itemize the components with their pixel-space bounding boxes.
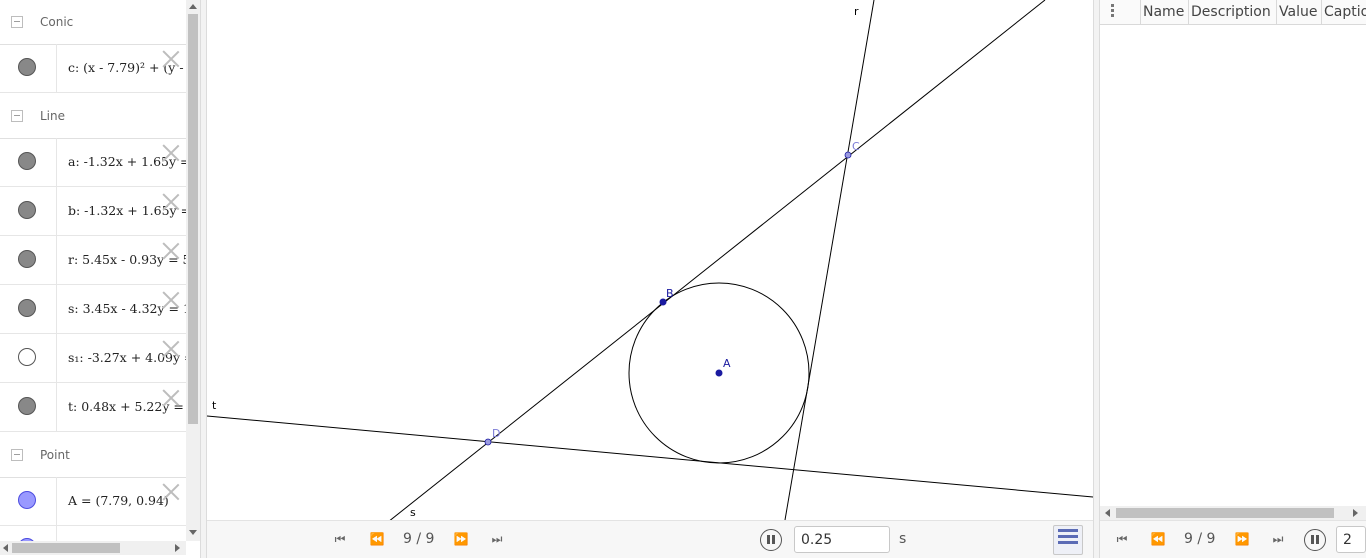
algebra-style-icon[interactable]	[1053, 525, 1083, 555]
scroll-down-icon[interactable]	[189, 530, 197, 535]
scroll-left-icon[interactable]	[3, 544, 8, 552]
algebra-vertical-scrollbar[interactable]	[186, 0, 200, 541]
algebra-item-r[interactable]: r: 5.45x - 0.93y = 5	[0, 236, 186, 285]
construction-protocol: Name Description Value Caption	[1100, 0, 1366, 520]
column-header-description[interactable]: Description	[1188, 0, 1276, 24]
visibility-toggle-icon[interactable]	[18, 201, 36, 219]
delete-icon[interactable]	[162, 483, 180, 501]
label-C: C	[852, 140, 860, 153]
label-t: t	[212, 399, 217, 412]
graphics-navigation-bar: ⏮ ⏪ 9 / 9 ⏩ ⏭ s	[207, 520, 1093, 558]
label-A: A	[723, 357, 731, 370]
previous-step-icon[interactable]: ⏪	[1147, 531, 1169, 547]
pause-icon[interactable]	[760, 529, 782, 551]
first-step-icon[interactable]: ⏮	[329, 531, 351, 547]
pause-icon[interactable]	[1304, 529, 1326, 551]
label-B: B	[666, 287, 674, 300]
point-D[interactable]	[484, 438, 492, 446]
next-step-icon[interactable]: ⏩	[450, 531, 472, 547]
line-r[interactable]	[784, 0, 875, 520]
protocol-horizontal-scrollbar[interactable]	[1100, 506, 1366, 520]
visibility-toggle-icon[interactable]	[18, 58, 36, 76]
line-t[interactable]	[207, 415, 1093, 498]
label-D: D	[492, 427, 500, 440]
collapse-icon[interactable]	[11, 110, 23, 122]
last-step-icon[interactable]: ⏭	[1267, 531, 1289, 547]
visibility-toggle-icon[interactable]	[18, 250, 36, 268]
column-header-name[interactable]: Name	[1140, 0, 1188, 24]
delete-icon[interactable]	[162, 50, 180, 68]
view-splitter[interactable]	[1093, 0, 1100, 558]
visibility-toggle-icon[interactable]	[18, 491, 36, 509]
collapse-icon[interactable]	[11, 449, 23, 461]
algebra-horizontal-scrollbar[interactable]	[0, 541, 186, 555]
delete-icon[interactable]	[162, 144, 180, 162]
delete-icon[interactable]	[162, 389, 180, 407]
view-splitter[interactable]	[200, 0, 207, 558]
group-header-point[interactable]: Point	[0, 433, 186, 478]
first-step-icon[interactable]: ⏮	[1111, 531, 1133, 547]
scrollbar-thumb[interactable]	[188, 14, 198, 424]
last-step-icon[interactable]: ⏭	[486, 531, 508, 547]
graphics-view[interactable]: r t s A B C D	[207, 0, 1093, 520]
algebra-item-A[interactable]: A = (7.79, 0.94)	[0, 477, 186, 526]
collapse-icon[interactable]	[11, 16, 23, 28]
visibility-toggle-icon[interactable]	[18, 299, 36, 317]
group-label: Line	[40, 109, 66, 123]
protocol-header: Name Description Value Caption	[1100, 0, 1366, 25]
algebra-item-b[interactable]: b: -1.32x + 1.65y =	[0, 187, 186, 236]
protocol-navigation-bar: ⏮ ⏪ 9 / 9 ⏩ ⏭	[1100, 520, 1366, 558]
scroll-up-icon[interactable]	[189, 4, 197, 9]
column-header-caption[interactable]: Caption	[1321, 0, 1366, 24]
scrollbar-thumb[interactable]	[1116, 508, 1334, 518]
previous-step-icon[interactable]: ⏪	[366, 531, 388, 547]
scroll-right-icon[interactable]	[175, 544, 180, 552]
step-counter: 9 / 9	[403, 531, 435, 547]
label-s: s	[410, 506, 416, 519]
algebra-item-c[interactable]: c: (x - 7.79)² + (y -	[0, 44, 186, 93]
delete-icon[interactable]	[162, 242, 180, 260]
graphics-canvas[interactable]: r t s A B C D	[207, 0, 1093, 520]
point-A[interactable]	[715, 369, 723, 377]
more-options-icon[interactable]	[1111, 4, 1115, 19]
algebra-item-text[interactable]: A = (7.79, 0.94)	[68, 493, 169, 508]
scroll-right-icon[interactable]	[1353, 509, 1358, 517]
algebra-item-s[interactable]: s: 3.45x - 4.32y = 1	[0, 285, 186, 334]
column-header-value[interactable]: Value	[1276, 0, 1321, 24]
visibility-toggle-icon[interactable]	[18, 397, 36, 415]
group-header-conic[interactable]: Conic	[0, 0, 186, 45]
label-r: r	[854, 5, 859, 18]
point-C[interactable]	[844, 151, 852, 159]
group-label: Point	[40, 448, 70, 462]
algebra-view: Conic c: (x - 7.79)² + (y - Line a: -1.3…	[0, 0, 200, 558]
delete-icon[interactable]	[162, 193, 180, 211]
group-label: Conic	[40, 15, 74, 29]
scroll-left-icon[interactable]	[1105, 509, 1110, 517]
scrollbar-thumb[interactable]	[12, 543, 120, 553]
visibility-toggle-icon[interactable]	[18, 152, 36, 170]
algebra-item-t[interactable]: t: 0.48x + 5.22y =	[0, 383, 186, 432]
algebra-item-a[interactable]: a: -1.32x + 1.65y =	[0, 138, 186, 187]
group-header-line[interactable]: Line	[0, 94, 186, 139]
play-speed-input[interactable]	[794, 526, 890, 553]
speed-unit-label: s	[899, 531, 907, 547]
step-counter: 9 / 9	[1184, 531, 1216, 547]
delete-icon[interactable]	[162, 291, 180, 309]
visibility-toggle-icon[interactable]	[18, 348, 36, 366]
algebra-item-s1[interactable]: s₁: -3.27x + 4.09y =	[0, 334, 186, 383]
play-speed-input[interactable]	[1336, 526, 1366, 553]
next-step-icon[interactable]: ⏩	[1231, 531, 1253, 547]
delete-icon[interactable]	[162, 340, 180, 358]
